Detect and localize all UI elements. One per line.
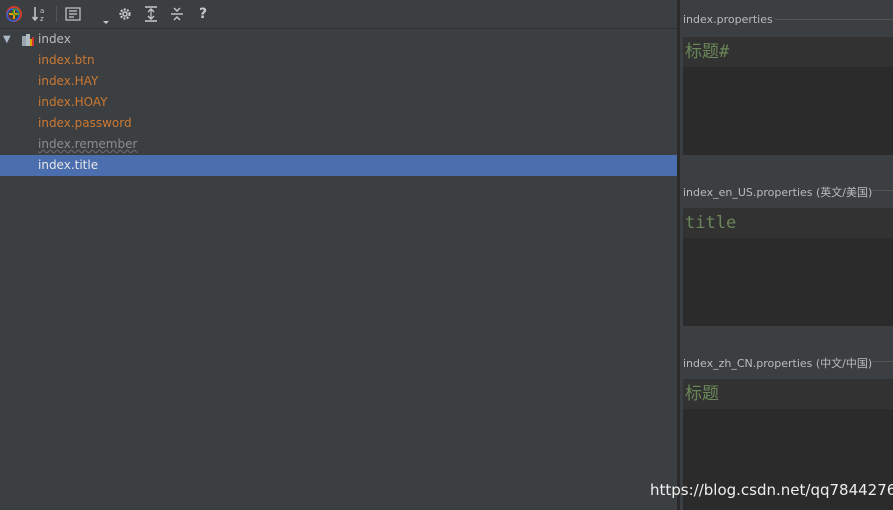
tree-item[interactable]: index.HOAY xyxy=(0,92,677,113)
editor-value: 标题# xyxy=(683,37,893,67)
tree-item-label: index.title xyxy=(38,158,99,172)
svg-text:z: z xyxy=(40,15,44,23)
tree-item-label: index.btn xyxy=(38,53,95,67)
tree-item[interactable]: index.btn xyxy=(0,50,677,71)
section-divider xyxy=(775,19,893,20)
editor-title: index_zh_CN.properties (中文/中国) xyxy=(683,357,873,370)
tree-item-label: index.HOAY xyxy=(38,95,108,109)
toolbar-separator xyxy=(56,6,57,22)
toolbar: a z ? xyxy=(0,0,677,29)
section-divider xyxy=(872,190,893,191)
editors-panel: index.properties 标题# index_en_US.propert… xyxy=(680,0,893,510)
properties-tree: ▼ index index.btn index.HAY index.HOAY i… xyxy=(0,29,677,176)
add-icon[interactable] xyxy=(4,4,24,24)
help-icon[interactable]: ? xyxy=(193,4,213,24)
editor-title: index_en_US.properties (英文/美国) xyxy=(683,186,873,199)
properties-editor[interactable]: 标题# xyxy=(683,37,893,155)
tree-root[interactable]: ▼ index xyxy=(0,29,677,50)
tree-item-label: index.password xyxy=(38,116,132,130)
section-divider xyxy=(872,361,893,362)
sort-alpha-icon[interactable]: a z xyxy=(30,4,50,24)
tree-item-label: index.remember xyxy=(38,137,138,151)
editor-value: 标题 xyxy=(683,379,893,409)
tree-root-label: index xyxy=(38,32,71,46)
collapse-all-icon[interactable] xyxy=(167,4,187,24)
tree-item[interactable]: index.HAY xyxy=(0,71,677,92)
svg-text:a: a xyxy=(40,7,44,15)
tree-item[interactable]: index.remember xyxy=(0,134,677,155)
dropdown-arrow-icon[interactable] xyxy=(96,8,116,28)
properties-editor[interactable]: title xyxy=(683,208,893,326)
tree-item[interactable]: index.password xyxy=(0,113,677,134)
expand-arrow-icon[interactable]: ▼ xyxy=(3,29,11,50)
settings-icon[interactable] xyxy=(115,4,135,24)
editor-value: title xyxy=(683,208,893,238)
group-icon[interactable] xyxy=(63,4,83,24)
tree-item-label: index.HAY xyxy=(38,74,99,88)
editor-title: index.properties xyxy=(683,13,773,26)
watermark: https://blog.csdn.net/qq78442761 xyxy=(650,481,893,499)
tree-panel: a z ? ▼ index index.btn index.HAY index.… xyxy=(0,0,677,510)
expand-all-icon[interactable] xyxy=(141,4,161,24)
resource-bundle-icon xyxy=(21,33,35,47)
tree-item-selected[interactable]: index.title xyxy=(0,155,677,176)
